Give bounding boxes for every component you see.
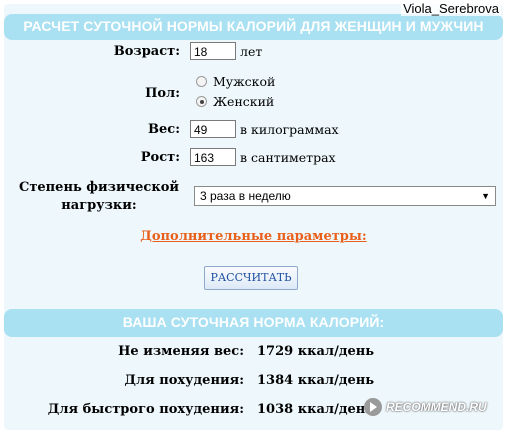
height-unit: в сантиметрах	[240, 150, 336, 165]
weight-unit: в килограммах	[240, 122, 339, 137]
sex-label: Пол:	[145, 86, 180, 101]
result-row-label: Не изменяя вес:	[118, 344, 244, 359]
age-label: Возраст:	[113, 44, 180, 59]
activity-selected-value: 3 раза в неделю	[200, 189, 291, 203]
activity-label-line1: Степень физической	[18, 180, 180, 195]
result-row-value: 1384 ккал/день	[257, 373, 375, 388]
extra-params-link[interactable]: Дополнительные параметры:	[4, 229, 503, 244]
recommend-watermark-text: RECOMMEND.RU	[386, 400, 487, 414]
results-title: ВАША СУТОЧНАЯ НОРМА КАЛОРИЙ:	[122, 314, 385, 330]
author-watermark: Viola_Serebrova	[401, 1, 501, 16]
calculator-title: РАСЧЕТ СУТОЧНОЙ НОРМЫ КАЛОРИЙ ДЛЯ ЖЕНЩИН…	[23, 18, 484, 34]
result-row-value: 1729 ккал/день	[257, 344, 375, 359]
recommend-watermark: RECOMMEND.RU	[364, 398, 487, 416]
sex-option-female[interactable]: Женский	[196, 94, 274, 109]
sex-option-male[interactable]: Мужской	[196, 74, 275, 89]
weight-label: Вес:	[148, 122, 180, 137]
result-row-value: 1038 ккал/день	[257, 402, 375, 417]
age-input[interactable]: 18	[190, 42, 236, 60]
radio-male-label: Мужской	[213, 74, 276, 89]
height-input[interactable]: 163	[190, 148, 236, 166]
radio-female[interactable]	[196, 96, 207, 107]
activity-select[interactable]: 3 раза в неделю ▼	[194, 186, 496, 206]
radio-male[interactable]	[196, 76, 207, 87]
age-unit: лет	[240, 44, 263, 59]
recommend-logo-icon	[364, 398, 382, 416]
result-row-label: Для похудения:	[124, 373, 244, 388]
calorie-calculator-panel: РАСЧЕТ СУТОЧНОЙ НОРМЫ КАЛОРИЙ ДЛЯ ЖЕНЩИН…	[4, 4, 503, 430]
calculator-header: РАСЧЕТ СУТОЧНОЙ НОРМЫ КАЛОРИЙ ДЛЯ ЖЕНЩИН…	[4, 14, 503, 40]
weight-input[interactable]: 49	[190, 120, 236, 138]
result-row-label: Для быстрого похудения:	[47, 402, 244, 417]
radio-female-label: Женский	[213, 94, 275, 109]
results-header: ВАША СУТОЧНАЯ НОРМА КАЛОРИЙ:	[4, 309, 503, 337]
dropdown-arrow-icon: ▼	[481, 191, 490, 201]
calculate-button[interactable]: РАССЧИТАТЬ	[204, 266, 298, 290]
height-label: Рост:	[140, 150, 180, 165]
activity-label-line2: нагрузки:	[61, 198, 137, 213]
